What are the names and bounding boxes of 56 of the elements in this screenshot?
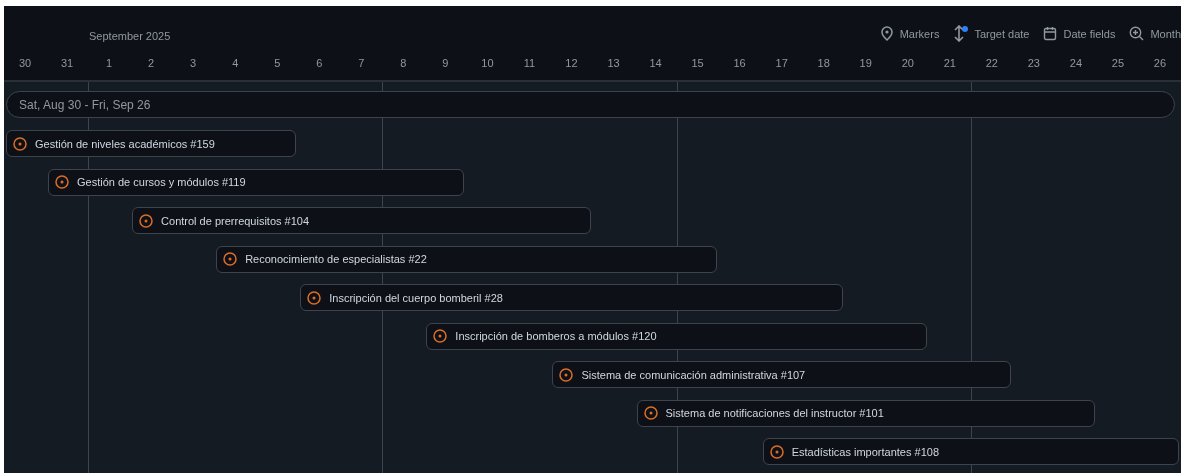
day-number: 31	[59, 57, 75, 69]
timeline-bar[interactable]: Inscripción del cuerpo bomberil #28	[300, 284, 843, 311]
day-number: 8	[399, 57, 408, 69]
timeline-bar[interactable]: Sistema de notificaciones del instructor #101	[636, 399, 1095, 427]
target-date-button[interactable]: Target date	[953, 23, 1030, 44]
day-number: 1	[105, 57, 114, 69]
open-issue-icon	[13, 136, 27, 151]
day-number: 19	[858, 57, 873, 69]
open-issue-icon	[223, 252, 238, 266]
day-number: 15	[690, 57, 705, 69]
pin-icon	[879, 26, 894, 41]
day-number: 7	[357, 57, 366, 69]
day-number: 9	[441, 57, 450, 69]
day-number: 3	[189, 57, 198, 69]
timeline-bar[interactable]: Control de prerrequisitos #104	[132, 207, 591, 234]
open-issue-icon	[433, 329, 448, 343]
timeline-bar[interactable]: Sistema de comunicación administrativa #107	[552, 361, 1011, 388]
day-number: 5	[273, 57, 282, 69]
day-number: 18	[816, 57, 831, 69]
open-issue-icon	[643, 406, 658, 420]
day-number: 12	[564, 57, 579, 69]
date-fields-button[interactable]: Date fields	[1043, 23, 1116, 44]
day-number: 21	[942, 57, 957, 69]
day-number: 25	[1110, 57, 1126, 69]
day-number: 10	[480, 57, 495, 69]
calendar-icon	[1043, 26, 1058, 41]
day-number: 20	[900, 57, 915, 69]
day-number: 24	[1068, 57, 1084, 69]
day-number: 11	[522, 57, 537, 69]
markers-button[interactable]: Markers	[879, 23, 940, 44]
open-issue-icon	[559, 367, 574, 382]
day-number: 2	[147, 57, 156, 69]
day-number: 17	[774, 57, 789, 69]
open-issue-icon	[307, 290, 322, 305]
day-number: 13	[606, 57, 621, 69]
timeline-bar[interactable]: Gestión de niveles académicos #159	[6, 130, 297, 157]
up-down-arrow-icon	[953, 25, 966, 42]
day-number: 4	[231, 57, 240, 69]
open-issue-icon	[139, 213, 154, 228]
day-number: 26	[1152, 57, 1168, 69]
date-range-bar[interactable]: Sat, Aug 30 - Fri, Sep 26	[6, 91, 1175, 118]
timeline-bar[interactable]: Inscripción de bomberos a módulos #120	[426, 322, 927, 350]
zoom-button[interactable]: Month	[1129, 23, 1181, 44]
timeline-bar[interactable]: Gestión de cursos y módulos #119	[48, 168, 465, 196]
zoom-in-icon	[1129, 26, 1145, 41]
day-number: 16	[732, 57, 747, 69]
open-issue-icon	[769, 444, 784, 459]
day-number: 6	[315, 57, 324, 69]
open-issue-icon	[55, 175, 70, 189]
month-label: September 2025	[89, 30, 171, 42]
day-number: 14	[648, 57, 663, 69]
timeline-bar[interactable]: Reconocimiento de especialistas #22	[216, 245, 717, 273]
day-number: 30	[17, 57, 33, 69]
timeline-bar[interactable]: Estadísticas importantes #108	[762, 438, 1179, 465]
day-number: 23	[1026, 57, 1041, 69]
day-number: 22	[984, 57, 999, 69]
